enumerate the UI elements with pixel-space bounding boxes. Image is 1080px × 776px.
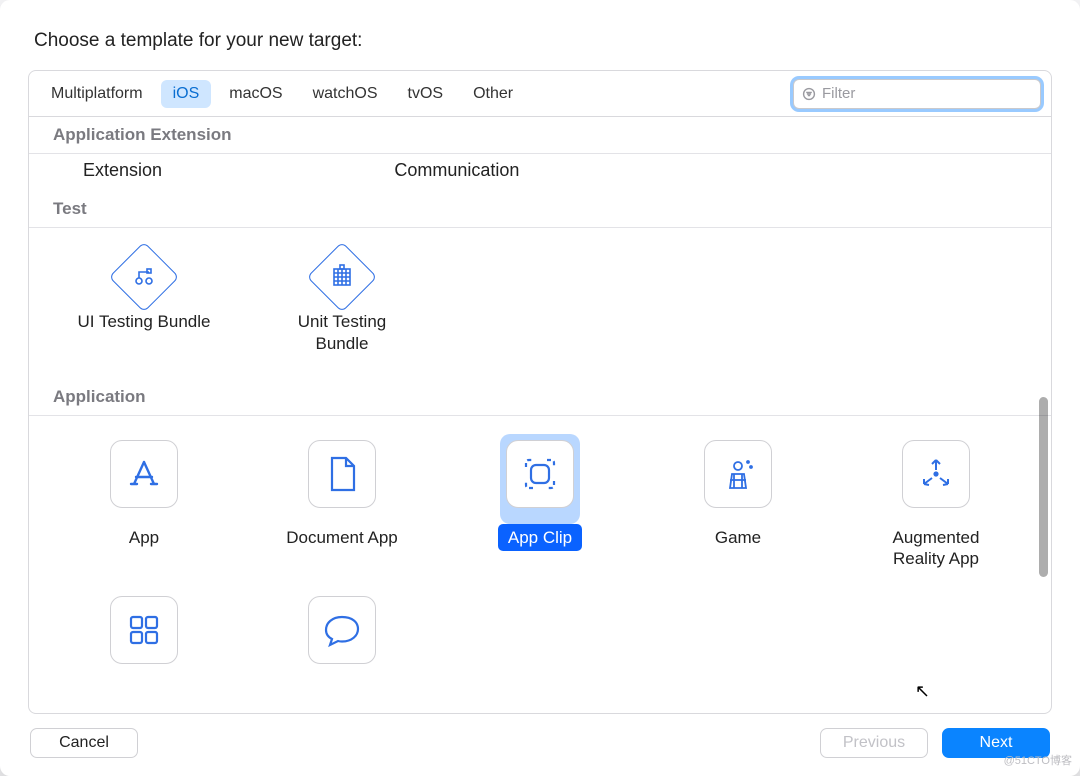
section-header-application: Application <box>29 379 1051 416</box>
filter-input[interactable] <box>822 85 1032 102</box>
app-icon <box>110 440 178 508</box>
template-message-app[interactable] <box>247 590 437 704</box>
template-game[interactable]: Game <box>643 434 833 573</box>
footer: Cancel Previous Next <box>0 714 1080 776</box>
tab-multiplatform[interactable]: Multiplatform <box>39 80 155 108</box>
app-clip-icon <box>506 440 574 508</box>
template-ui-testing-bundle[interactable]: UI Testing Bundle <box>49 246 239 357</box>
scrollbar-thumb[interactable] <box>1039 397 1048 577</box>
unit-testing-icon <box>307 242 378 313</box>
section-app-extension-row: Extension Communication <box>29 154 1051 191</box>
test-grid: UI Testing Bundle Unit Testing Bundle <box>29 228 1051 379</box>
column-extension: Extension <box>53 160 384 181</box>
platform-tabbar: Multiplatform iOS macOS watchOS tvOS Oth… <box>28 70 1052 117</box>
template-app[interactable]: App <box>49 434 239 573</box>
ui-testing-icon <box>109 242 180 313</box>
template-app-clip[interactable]: App Clip <box>445 434 635 573</box>
template-label: Augmented Reality App <box>883 524 990 573</box>
template-label: Unit Testing Bundle <box>288 308 397 357</box>
template-label: UI Testing Bundle <box>68 308 221 335</box>
section-header-app-extension: Application Extension <box>29 117 1051 154</box>
tab-other[interactable]: Other <box>461 80 525 108</box>
message-icon <box>308 596 376 664</box>
cancel-button[interactable]: Cancel <box>30 728 138 758</box>
previous-button[interactable]: Previous <box>820 728 928 758</box>
tab-macos[interactable]: macOS <box>217 80 294 108</box>
ar-icon <box>902 440 970 508</box>
grid-icon <box>110 596 178 664</box>
template-list: Application Extension Extension Communic… <box>28 117 1052 714</box>
template-document-app[interactable]: Document App <box>247 434 437 573</box>
scrollbar[interactable] <box>1039 397 1048 657</box>
tab-watchos[interactable]: watchOS <box>301 80 390 108</box>
application-grid: App Document App <box>29 416 1051 713</box>
template-label: Document App <box>276 524 408 551</box>
game-icon <box>704 440 772 508</box>
template-label <box>134 680 154 704</box>
prompt-label: Choose a template for your new target: <box>0 0 1080 70</box>
section-header-test: Test <box>29 191 1051 228</box>
template-chooser-sheet: Choose a template for your new target: M… <box>0 0 1080 776</box>
watermark: @51CTO博客 <box>1004 752 1072 768</box>
template-grid-app[interactable] <box>49 590 239 704</box>
document-icon <box>308 440 376 508</box>
template-unit-testing-bundle[interactable]: Unit Testing Bundle <box>247 246 437 357</box>
template-label: Game <box>705 524 771 551</box>
scroll-region[interactable]: Application Extension Extension Communic… <box>29 117 1051 713</box>
template-label: App Clip <box>498 524 582 551</box>
tab-tvos[interactable]: tvOS <box>396 80 456 108</box>
filter-field[interactable] <box>793 79 1041 109</box>
column-communication: Communication <box>384 160 695 181</box>
template-augmented-reality-app[interactable]: Augmented Reality App <box>841 434 1031 573</box>
filter-icon <box>802 87 816 101</box>
template-label: App <box>119 524 169 551</box>
tab-ios[interactable]: iOS <box>161 80 212 108</box>
template-label <box>332 680 352 704</box>
